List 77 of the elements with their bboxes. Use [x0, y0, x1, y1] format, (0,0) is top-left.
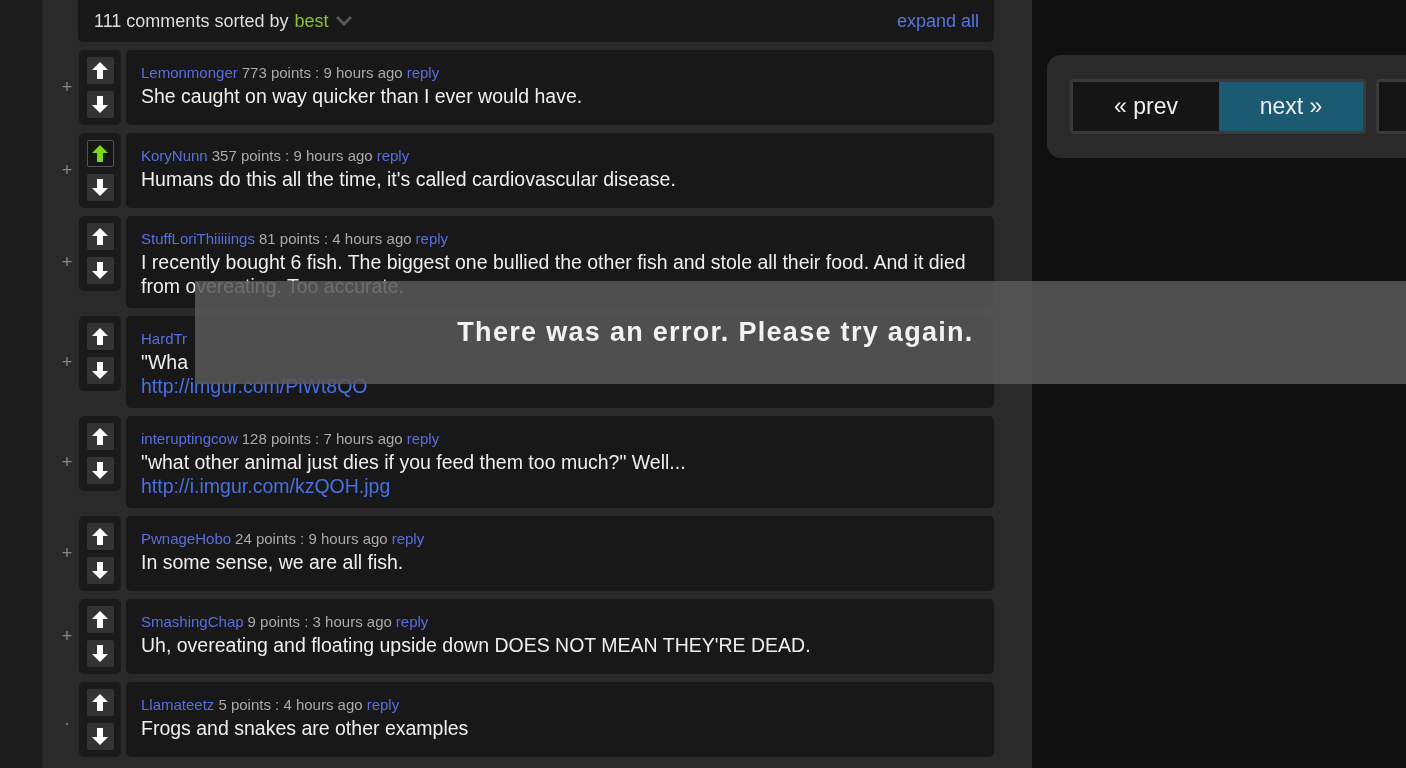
- downvote-button[interactable]: [86, 557, 114, 584]
- expand-all-link[interactable]: expand all: [896, 10, 979, 32]
- sort-dropdown[interactable]: best: [294, 10, 353, 32]
- collapse-toggle[interactable]: +: [55, 316, 79, 408]
- reply-link[interactable]: reply: [391, 530, 425, 547]
- down-arrow-icon: [91, 361, 109, 380]
- upvote-button[interactable]: [86, 689, 114, 716]
- downvote-button[interactable]: [86, 91, 114, 118]
- prev-button[interactable]: « prev: [1073, 82, 1219, 131]
- up-arrow-icon: [91, 61, 109, 80]
- username-link[interactable]: HardTr: [141, 330, 188, 347]
- reply-link[interactable]: reply: [406, 430, 440, 447]
- comment-text: Frogs and snakes are other examples: [141, 716, 469, 740]
- comment-meta: 357 points : 9 hours ago: [211, 147, 373, 164]
- down-arrow-icon: [91, 461, 109, 480]
- reply-link[interactable]: reply: [376, 147, 410, 164]
- downvote-button[interactable]: [86, 174, 114, 201]
- comment-text: In some sense, we are all fish.: [141, 550, 404, 574]
- downvote-button[interactable]: [86, 257, 114, 284]
- username-link[interactable]: PwnageHobo: [141, 530, 232, 547]
- collapse-toggle[interactable]: +: [55, 516, 79, 591]
- reply-link[interactable]: reply: [366, 696, 400, 713]
- down-arrow-icon: [91, 644, 109, 663]
- username-link[interactable]: Lemonmonger: [141, 64, 238, 81]
- upvote-button[interactable]: [86, 523, 114, 550]
- comment-text: "Wha: [141, 350, 189, 374]
- username-link[interactable]: interuptingcow: [141, 430, 238, 447]
- up-arrow-icon: [91, 144, 109, 163]
- comment-text: "what other animal just dies if you feed them too much?" Well...: [141, 450, 686, 474]
- comment-meta: 24 points : 9 hours ago: [235, 530, 388, 547]
- upvote-button[interactable]: [86, 606, 114, 633]
- upvote-button[interactable]: [86, 57, 114, 84]
- collapse-toggle[interactable]: +: [55, 216, 79, 308]
- comment-meta: 81 points : 4 hours ago: [258, 230, 412, 247]
- username-link[interactable]: StuffLoriThiiiiings: [141, 230, 255, 247]
- up-arrow-icon: [91, 427, 109, 446]
- next-button[interactable]: next »: [1219, 82, 1363, 131]
- upvote-button[interactable]: [86, 323, 114, 350]
- comment-count: 111 comments sorted by: [94, 10, 289, 31]
- up-arrow-icon: [91, 227, 109, 246]
- up-arrow-icon: [91, 327, 109, 346]
- reply-link[interactable]: reply: [415, 230, 449, 247]
- comment-link[interactable]: http://imgur.com/PiWt8QO: [141, 374, 368, 398]
- down-arrow-icon: [91, 178, 109, 197]
- upvote-button[interactable]: [86, 423, 114, 450]
- upvote-button[interactable]: [86, 140, 114, 167]
- collapse-toggle[interactable]: +: [55, 133, 79, 208]
- reply-link[interactable]: reply: [395, 613, 429, 630]
- comment-text: She caught on way quicker than I ever would have.: [141, 84, 583, 108]
- down-arrow-icon: [91, 727, 109, 746]
- downvote-button[interactable]: [86, 640, 114, 667]
- comment-link[interactable]: http://i.imgur.com/kzQOH.jpg: [141, 474, 391, 498]
- up-arrow-icon: [91, 527, 109, 546]
- down-arrow-icon: [91, 95, 109, 114]
- username-link[interactable]: KoryNunn: [141, 147, 208, 164]
- downvote-button[interactable]: [86, 357, 114, 384]
- collapse-toggle[interactable]: +: [55, 416, 79, 508]
- down-arrow-icon: [91, 561, 109, 580]
- up-arrow-icon: [91, 610, 109, 629]
- username-link[interactable]: SmashingChap: [141, 613, 244, 630]
- collapse-toggle[interactable]: +: [55, 50, 79, 125]
- chevron-down-icon: [336, 16, 353, 26]
- comment-text: Uh, overeating and floating upside down DOES NOT MEAN THEY'RE DEAD.: [141, 633, 811, 657]
- downvote-button[interactable]: [86, 723, 114, 750]
- down-arrow-icon: [91, 261, 109, 280]
- comment-meta: 5 points : 4 hours ago: [218, 696, 363, 713]
- comment-meta: 9 points : 3 hours ago: [247, 613, 392, 630]
- comment-meta: 773 points : 9 hours ago: [241, 64, 403, 81]
- reply-link[interactable]: reply: [406, 64, 440, 81]
- comment-text: Humans do this all the time, it's called cardiovascular disease.: [141, 167, 676, 191]
- upvote-button[interactable]: [86, 223, 114, 250]
- comment-meta: 128 points : 7 hours ago: [241, 430, 403, 447]
- up-arrow-icon: [91, 693, 109, 712]
- collapse-toggle[interactable]: .: [55, 682, 79, 757]
- collapse-toggle[interactable]: +: [55, 599, 79, 674]
- username-link[interactable]: Llamateetz: [141, 696, 215, 713]
- downvote-button[interactable]: [86, 457, 114, 484]
